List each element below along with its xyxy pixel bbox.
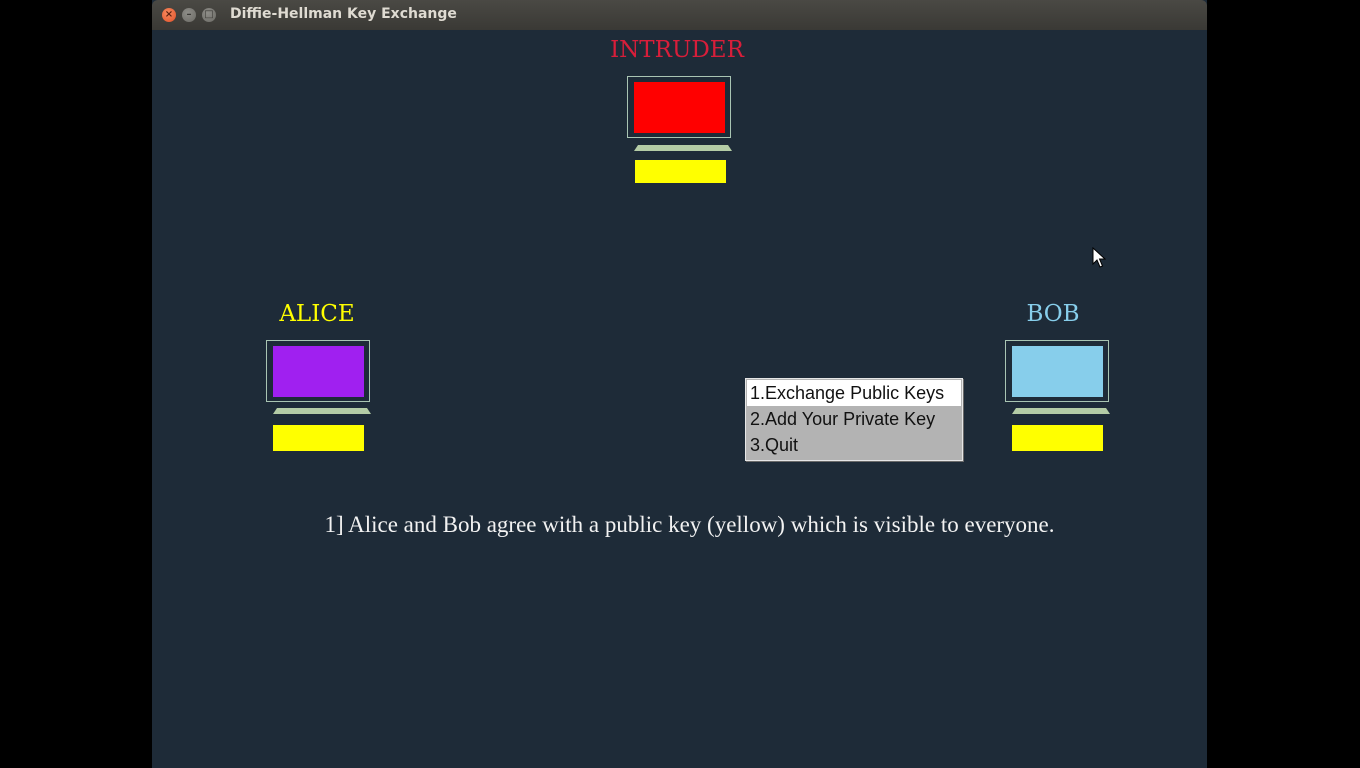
step-caption: 1] Alice and Bob agree with a public key… [324,512,1055,537]
bob-screen [1012,346,1103,397]
intruder-screen [634,82,725,133]
menu-item-quit[interactable]: 3.Quit [747,432,798,458]
minimize-window-button[interactable]: – [182,8,196,22]
intruder-label: INTRUDER [610,37,744,63]
app-window: × – □ Diffie-Hellman Key Exchange INTRUD… [152,0,1207,768]
bob-monitor [1005,340,1109,402]
intruder-monitor [627,76,731,138]
title-bar[interactable]: × – □ Diffie-Hellman Key Exchange [152,0,1207,30]
menu-item-add-private-key[interactable]: 2.Add Your Private Key [747,406,935,432]
alice-monitor [266,340,370,402]
alice-public-key-block [273,425,364,451]
close-window-button[interactable]: × [162,8,176,22]
bob-monitor-stand [1012,408,1110,414]
alice-monitor-stand [273,408,371,414]
bob-public-key-block [1012,425,1103,451]
intruder-monitor-stand [634,145,732,151]
bob-label: BOB [1026,301,1080,327]
action-menu: 1.Exchange Public Keys 2.Add Your Privat… [745,378,963,461]
alice-label: ALICE [279,301,355,327]
mouse-pointer-icon [1092,246,1107,273]
alice-screen [273,346,364,397]
maximize-window-button[interactable]: □ [202,8,216,22]
window-title: Diffie-Hellman Key Exchange [230,6,457,22]
menu-item-exchange-public-keys[interactable]: 1.Exchange Public Keys [747,380,961,406]
intruder-public-key-block [635,160,726,183]
